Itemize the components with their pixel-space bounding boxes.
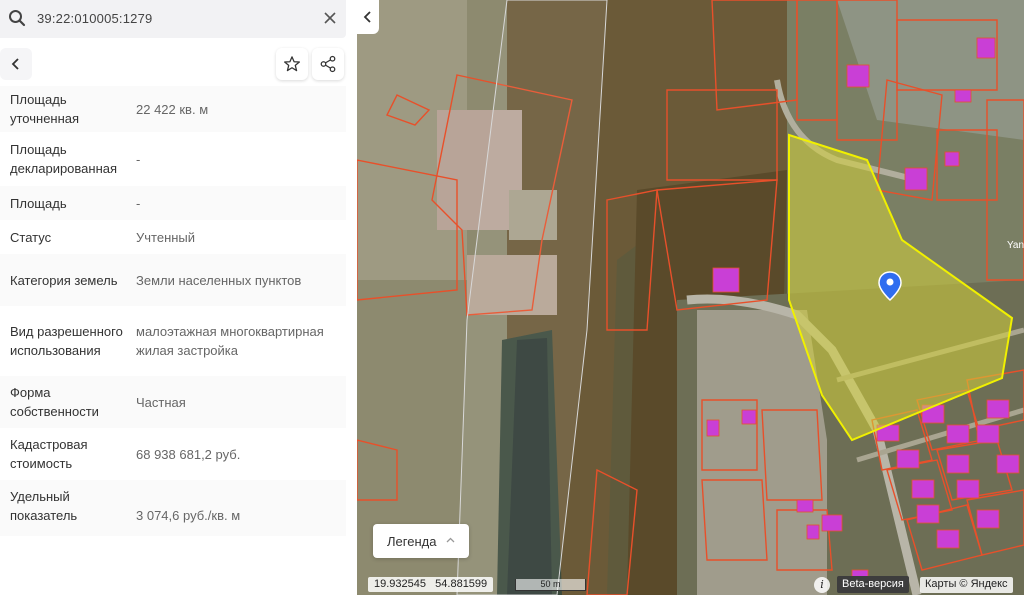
map-attribution[interactable]: Карты © Яндекс [920,577,1013,593]
back-button[interactable] [0,48,32,80]
property-key: Статус [10,229,52,245]
property-key: Вид разрешенного использования [10,324,123,358]
property-key: Площадь декларированная [10,142,118,176]
favorite-button[interactable] [276,48,308,80]
street-label: Yan [1007,240,1024,251]
search-input[interactable]: 39:22:010005:1279 [37,11,152,26]
coordinates-readout: 19.932545 54.881599 [368,577,494,592]
property-key: Форма собственности [10,385,99,419]
info-panel: 39:22:010005:1279 Площадь уточненная 22 … [0,0,357,595]
chevron-up-icon [446,537,455,543]
property-row: Форма собственности Частная [0,376,346,428]
property-list: Площадь уточненная 22 422 кв. м Площадь … [0,86,346,536]
star-icon [284,56,300,72]
property-row: Кадастровая стоимость 68 938 681,2 руб. [0,428,346,480]
property-row: Удельный показатель 3 074,6 руб./кв. м [0,480,346,536]
property-value: Частная [136,394,186,410]
property-row: Вид разрешенного использования малоэтажн… [0,306,346,376]
collapse-panel-button[interactable] [357,0,379,34]
share-icon [320,55,336,73]
property-row: Площадь - [0,186,346,220]
property-value: Учтенный [136,229,196,245]
close-icon[interactable] [321,9,339,27]
beta-badge[interactable]: Beta-версия [837,576,909,593]
scale-bar: 50 m [515,579,586,591]
info-icon[interactable]: i [814,577,830,593]
legend-button[interactable]: Легенда [373,524,469,558]
search-icon [9,10,26,27]
share-button[interactable] [312,48,344,80]
property-value: малоэтажная многоквартирная жилая застро… [136,324,324,358]
property-value: - [136,195,141,211]
property-row: Категория земель Земли населенных пункто… [0,254,346,306]
property-row: Площадь уточненная 22 422 кв. м [0,86,346,132]
property-value: 22 422 кв. м [136,101,209,117]
property-value: Земли населенных пунктов [136,272,302,288]
property-key: Площадь уточненная [10,92,80,126]
map-view[interactable]: Yan Легенда 19.932545 54.881599 50 m i B… [357,0,1024,595]
property-row: Площадь декларированная - [0,132,346,186]
property-row: Статус Учтенный [0,220,346,254]
satellite-map [357,0,1024,595]
property-key: Кадастровая стоимость [10,437,88,471]
chevron-left-icon [11,58,19,70]
property-value: 3 074,6 руб./кв. м [136,508,241,523]
property-key: Площадь [10,195,67,211]
property-value: - [136,151,141,167]
property-key: Категория земель [10,272,118,288]
panel-actions [0,46,346,86]
property-key: Удельный показатель [10,489,78,523]
chevron-left-icon [363,11,371,23]
legend-label: Легенда [387,533,437,549]
search-bar[interactable]: 39:22:010005:1279 [0,0,346,38]
property-value: 68 938 681,2 руб. [136,446,241,462]
